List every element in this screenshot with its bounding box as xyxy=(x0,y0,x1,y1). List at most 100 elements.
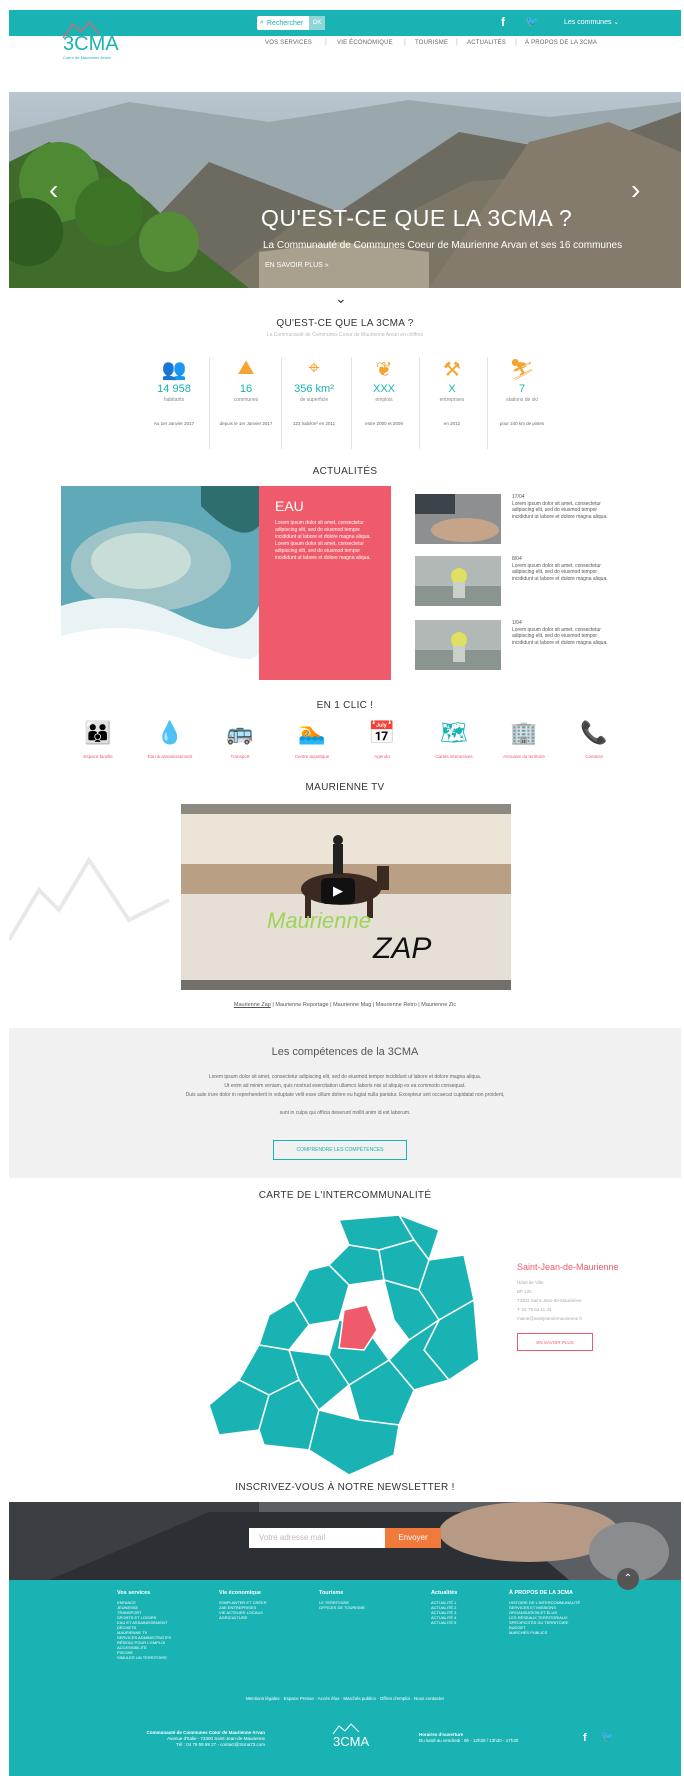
news-item[interactable]: 1/04 Lorem ipsum dolor sit amet, consecte… xyxy=(512,620,612,646)
nav-tourisme[interactable]: TOURISME xyxy=(415,40,448,46)
nav-vos-services[interactable]: VOS SERVICES xyxy=(265,40,312,46)
search-input[interactable]: Rechercher xyxy=(267,20,303,27)
competences-button[interactable]: COMPRENDRE LES COMPÉTENCES xyxy=(273,1140,407,1160)
commune-more-button[interactable]: EN SAVOIR PLUS xyxy=(517,1333,593,1351)
twitter-icon[interactable]: 🐦 xyxy=(525,15,539,28)
pool-icon: 🏊 xyxy=(298,720,326,745)
logo-mark-icon: 3CMA Coeur de Maurienne Arvan xyxy=(62,21,119,60)
news-thumb[interactable] xyxy=(415,494,501,544)
footer-twitter-icon[interactable]: 🐦 xyxy=(601,1732,613,1743)
calendar-icon: 📅 xyxy=(368,720,396,745)
road-icon: ⛰ xyxy=(237,357,255,379)
news-item[interactable]: 8/04 Lorem ipsum dolor sit amet, consecte… xyxy=(512,556,612,582)
featured-news-text: Lorem ipsum dolor sit amet, consectetur … xyxy=(275,520,371,561)
video-player[interactable]: ▶ Maurienne ZAP xyxy=(181,804,511,990)
stat-entreprises: ⚒ X entreprises en 2012 xyxy=(417,357,487,427)
hero-subtitle: La Communauté de Communes Coeur de Mauri… xyxy=(263,240,623,251)
stat-emplois: ❦ XXX emplois entre 2000 et 2009 xyxy=(349,357,419,427)
stat-habitants: 👥 14 958 habitants Au 1er Janvier 2017 xyxy=(139,357,209,427)
clic-cartes[interactable]: 🗺 Cartes interactives xyxy=(419,720,489,759)
clic-agenda[interactable]: 📅 Agenda xyxy=(347,720,417,759)
news-thumb[interactable] xyxy=(415,556,501,606)
tv-title: MAURIENNE TV xyxy=(305,782,385,793)
footer-address: Communauté de Communes Cœur de Maurienne… xyxy=(146,1730,265,1747)
people-icon: 👥 xyxy=(161,359,187,381)
footer-hours: Horaires d'ouverture Du lundi au vendred… xyxy=(419,1732,519,1743)
footer-col-economie: Vie économique S'IMPLANTER ET CRÉER ZAE … xyxy=(219,1590,267,1620)
clic-title: EN 1 CLIC ! xyxy=(316,700,374,711)
newsletter-title: INSCRIVEZ-VOUS À NOTRE NEWSLETTER ! xyxy=(235,1482,455,1493)
svg-text:Coeur de Maurienne Arvan: Coeur de Maurienne Arvan xyxy=(63,55,111,60)
tv-channel-links: Maurienne Zap | Maurienne Reportage | Ma… xyxy=(233,1002,457,1008)
water-image xyxy=(61,486,259,680)
footer-col-services: Vos services ENFANCE JEUNESSE TRANSPORT … xyxy=(117,1590,172,1660)
map-icon: 🗺 xyxy=(440,720,468,745)
slider-next-icon[interactable]: › xyxy=(631,174,640,206)
search-icon: ⌕ xyxy=(260,19,264,26)
competences-section: Les compétences de la 3CMA Lorem ipsum d… xyxy=(9,1028,681,1178)
tv-link-zic[interactable]: Maurienne Zic xyxy=(421,1002,456,1008)
footer-logo[interactable]: 3CMA xyxy=(329,1722,375,1752)
tv-link-reportage[interactable]: Maurienne Reportage xyxy=(275,1002,328,1008)
newsletter-submit-button[interactable]: Envoyer xyxy=(385,1528,441,1548)
news-title: ACTUALITÉS xyxy=(312,466,378,477)
mountain-outline-icon xyxy=(9,856,169,942)
clic-centre-aquatique[interactable]: 🏊 Centre aquatique xyxy=(277,720,347,759)
clic-contacts[interactable]: 📞 Contacts xyxy=(559,720,629,759)
communes-dropdown[interactable]: Les communes ⌄ xyxy=(564,18,619,26)
news-thumb[interactable] xyxy=(415,620,501,670)
nav-actualites[interactable]: ACTUALITÉS xyxy=(467,40,506,46)
phone-icon: 📞 xyxy=(580,720,608,745)
search-button[interactable]: OK xyxy=(309,16,325,30)
water-drop-icon: 💧 xyxy=(156,720,184,745)
maurienne-brand: Maurienne xyxy=(267,908,371,933)
play-icon[interactable]: ▶ xyxy=(321,878,355,904)
back-to-top-icon[interactable]: ⌃ xyxy=(617,1568,639,1590)
footer-col-apropos: À PROPOS DE LA 3CMA HISTOIRE DE L'INTERC… xyxy=(509,1590,581,1635)
clic-eau[interactable]: 💧 Eau & assainissement xyxy=(135,720,205,759)
clic-transport[interactable]: 🚌 Transport xyxy=(205,720,275,759)
clic-espace-famille[interactable]: 👪 Espace famille xyxy=(63,720,133,759)
about-title: QU'EST-CE QUE LA 3CMA ? xyxy=(276,318,414,329)
footer-facebook-icon[interactable]: f xyxy=(583,1732,587,1744)
stat-stations: ⛷ 7 stations de ski pour 240 km de piste… xyxy=(487,357,557,427)
hero-mountain-image xyxy=(9,92,681,288)
slider-prev-icon[interactable]: ‹ xyxy=(49,174,58,206)
bus-icon: 🚌 xyxy=(226,720,254,745)
about-subtitle: La Communauté de Communes Coeur de Mauri… xyxy=(266,332,424,338)
family-icon: 👪 xyxy=(84,720,112,745)
featured-news-title: EAU xyxy=(275,498,304,514)
svg-text:3CMA: 3CMA xyxy=(333,1734,369,1749)
competences-title: Les compétences de la 3CMA xyxy=(271,1046,419,1058)
intercommunality-map[interactable] xyxy=(199,1210,489,1480)
commune-info-panel: Saint-Jean-de-Maurienne Hôtel de Ville B… xyxy=(517,1262,619,1351)
clic-annuaire[interactable]: 🏢 Annuaire du territoire xyxy=(489,720,559,759)
map-pin-icon: ⌖ xyxy=(308,357,320,379)
footer-legal-links[interactable]: Mentions légales · Espace Presse · Accès… xyxy=(9,1696,681,1701)
hero-more-link[interactable]: EN SAVOIR PLUS » xyxy=(265,262,329,269)
skier-icon: ⛷ xyxy=(509,359,535,381)
worker-icon: ⚒ xyxy=(443,359,461,381)
scroll-down-icon[interactable]: ⌄ xyxy=(335,290,347,307)
featured-news-card[interactable]: EAU Lorem ipsum dolor sit amet, consecte… xyxy=(259,486,391,680)
hero-title: QU'EST-CE QUE LA 3CMA ? xyxy=(261,205,573,231)
svg-text:3CMA: 3CMA xyxy=(63,33,119,55)
facebook-icon[interactable]: f xyxy=(501,15,505,29)
stat-communes: ⛰ 16 communes depuis le 1er Janvier 2017 xyxy=(211,357,281,427)
newsletter-email-input[interactable]: Votre adresse mail xyxy=(249,1528,385,1548)
tv-link-mag[interactable]: Maurienne Mag xyxy=(333,1002,371,1008)
footer-col-tourisme: Tourisme LE TERRITOIRE OFFICES DE TOURIS… xyxy=(319,1590,366,1610)
building-icon: 🏢 xyxy=(510,720,538,745)
tv-link-zap[interactable]: Maurienne Zap xyxy=(234,1002,271,1008)
news-item[interactable]: 17/04 Lorem ipsum dolor sit amet, consect… xyxy=(512,494,612,520)
site-logo[interactable]: 3CMA Coeur de Maurienne Arvan xyxy=(59,18,119,67)
nav-vie-economique[interactable]: VIE ÉCONOMIQUE xyxy=(337,40,393,46)
featured-news-image[interactable] xyxy=(61,486,259,680)
stat-superficie: ⌖ 356 km² de superficie 123 hab/km² en 2… xyxy=(279,357,349,427)
nav-a-propos[interactable]: À PROPOS DE LA 3CMA xyxy=(525,40,597,46)
search-box[interactable]: ⌕ Rechercher OK xyxy=(257,16,325,30)
tv-link-retro[interactable]: Maurienne Retro xyxy=(376,1002,417,1008)
map-title: CARTE DE L'INTERCOMMUNALITÉ xyxy=(258,1190,432,1201)
leaf-icon: ❦ xyxy=(375,359,393,381)
chevron-down-icon: ⌄ xyxy=(613,19,620,26)
